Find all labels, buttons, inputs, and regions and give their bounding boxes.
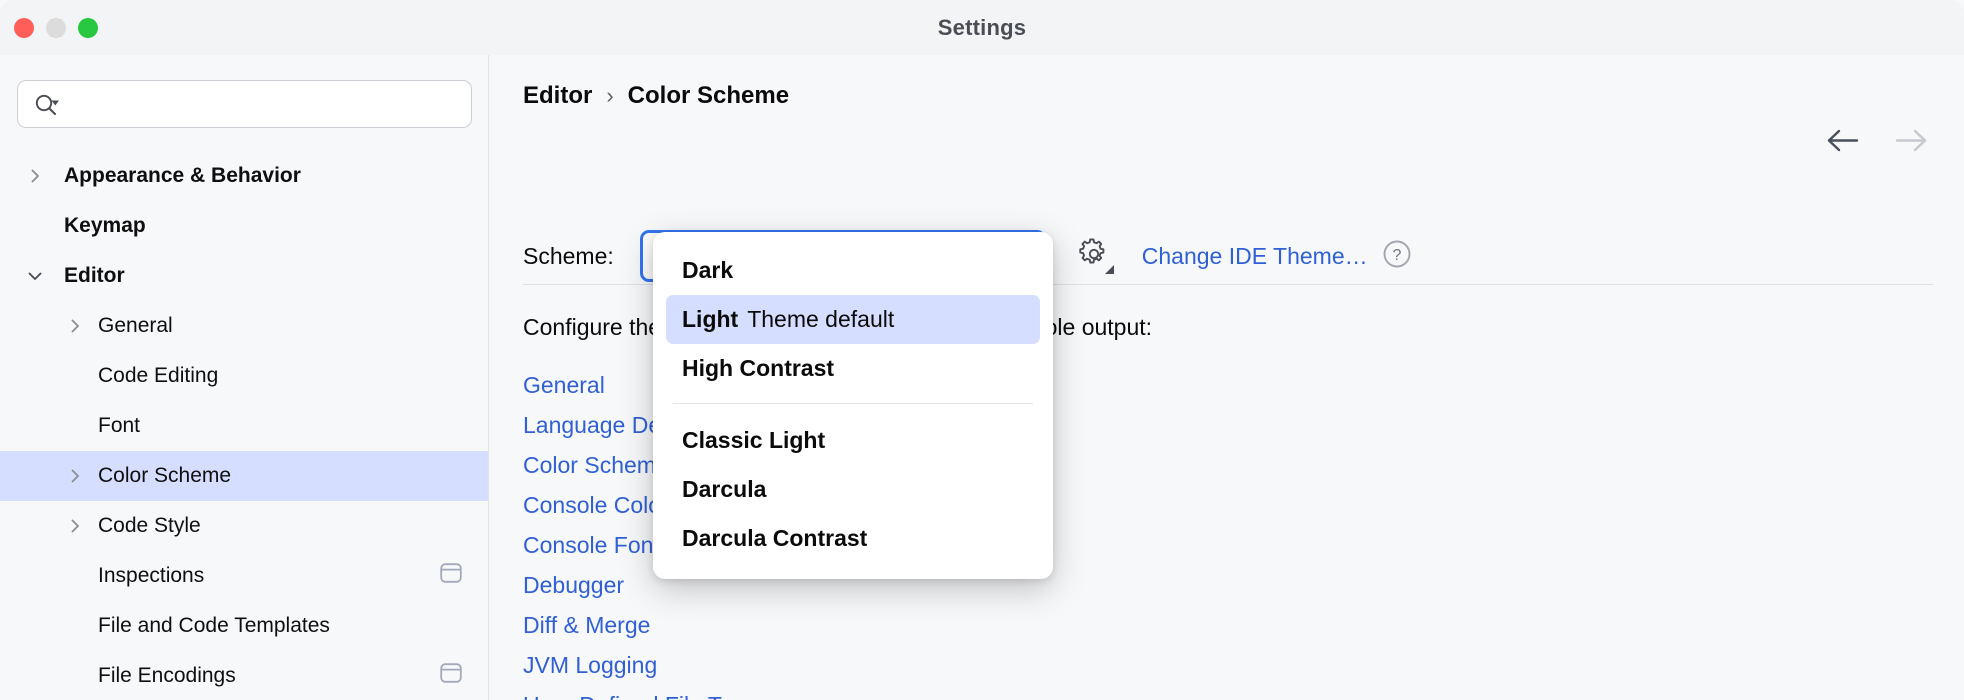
sidebar-item-label: Font bbox=[98, 414, 141, 437]
color-scheme-link[interactable]: JVM Logging bbox=[523, 645, 769, 685]
settings-window: Settings Appearance & Behavior Keymap Edit… bbox=[0, 0, 1964, 700]
scheme-option-name: High Contrast bbox=[682, 355, 835, 381]
chevron-right-icon[interactable] bbox=[27, 168, 43, 184]
search-box[interactable] bbox=[17, 80, 472, 128]
sidebar-item-label: General bbox=[98, 314, 173, 337]
sidebar-item-label: Code Editing bbox=[98, 364, 219, 387]
scheme-option-name: Darcula bbox=[682, 476, 767, 502]
sidebar-item-label: Editor bbox=[64, 264, 125, 287]
forward-arrow-icon[interactable] bbox=[1894, 128, 1928, 159]
sidebar-item-label: Keymap bbox=[64, 214, 146, 237]
settings-sidebar: Appearance & Behavior Keymap Editor General… bbox=[0, 55, 489, 700]
breadcrumb-separator-icon: › bbox=[606, 83, 614, 108]
sidebar-item-code-style[interactable]: Code Style bbox=[0, 501, 488, 551]
sidebar-item-label: Appearance & Behavior bbox=[64, 164, 301, 187]
search-field-wrapper bbox=[17, 80, 472, 128]
scheme-option-suffix: Theme default bbox=[747, 306, 895, 332]
gear-dropdown-caret-icon bbox=[1104, 265, 1114, 274]
history-nav-buttons bbox=[1826, 128, 1928, 159]
scheme-settings-button[interactable] bbox=[1074, 236, 1114, 276]
sidebar-item-editor[interactable]: Editor bbox=[0, 251, 488, 301]
scheme-option-name: Classic Light bbox=[682, 427, 826, 453]
window-title: Settings bbox=[937, 14, 1027, 40]
scheme-option-name: Dark bbox=[682, 257, 734, 283]
breadcrumb-current: Color Scheme bbox=[627, 82, 790, 109]
sidebar-item-font[interactable]: Font bbox=[0, 401, 488, 451]
scheme-option-name: Darcula Contrast bbox=[682, 525, 868, 551]
scheme-option-darcula[interactable]: Darcula bbox=[666, 465, 1040, 514]
sidebar-item-label: File and Code Templates bbox=[98, 614, 330, 637]
svg-text:?: ? bbox=[1392, 247, 1401, 264]
color-scheme-link[interactable]: Diff & Merge bbox=[523, 605, 769, 645]
breadcrumb-parent[interactable]: Editor bbox=[523, 82, 592, 110]
scheme-dropdown-popup: Dark Light Theme default High Contrast Class… bbox=[653, 232, 1053, 579]
breadcrumb: Editor › Color Scheme bbox=[523, 82, 789, 110]
popup-separator bbox=[673, 403, 1033, 404]
sidebar-item-general[interactable]: General bbox=[0, 301, 488, 351]
scheme-option-light[interactable]: Light Theme default bbox=[666, 295, 1040, 344]
color-scheme-link[interactable]: User-Defined File Types bbox=[523, 685, 769, 700]
sidebar-item-inspections[interactable]: Inspections bbox=[0, 551, 488, 601]
project-scope-badge-icon bbox=[440, 563, 462, 589]
search-icon bbox=[34, 93, 60, 117]
scheme-label: Scheme: bbox=[523, 242, 614, 269]
sidebar-item-file-encodings[interactable]: File Encodings bbox=[0, 651, 488, 700]
sidebar-item-color-scheme[interactable]: Color Scheme bbox=[0, 451, 488, 501]
sidebar-item-file-and-code-templates[interactable]: File and Code Templates bbox=[0, 601, 488, 651]
title-bar: Settings bbox=[0, 0, 1964, 55]
chevron-down-icon[interactable] bbox=[27, 268, 43, 284]
sidebar-item-code-editing[interactable]: Code Editing bbox=[0, 351, 488, 401]
search-input[interactable] bbox=[70, 81, 465, 127]
sidebar-item-appearance-behavior[interactable]: Appearance & Behavior bbox=[0, 151, 488, 201]
chevron-right-icon[interactable] bbox=[67, 318, 83, 334]
sidebar-item-label: Color Scheme bbox=[98, 464, 232, 487]
sidebar-item-label: File Encodings bbox=[98, 664, 236, 687]
sidebar-item-label: Inspections bbox=[98, 564, 205, 587]
scheme-option-name: Light bbox=[682, 306, 739, 332]
change-ide-theme-link[interactable]: Change IDE Theme… bbox=[1142, 243, 1368, 270]
scheme-option-classic-light[interactable]: Classic Light bbox=[666, 416, 1040, 465]
chevron-right-icon[interactable] bbox=[67, 468, 83, 484]
chevron-right-icon[interactable] bbox=[67, 518, 83, 534]
sidebar-item-label: Code Style bbox=[98, 514, 201, 537]
scheme-option-dark[interactable]: Dark bbox=[666, 246, 1040, 295]
settings-nav-tree: Appearance & Behavior Keymap Editor General… bbox=[0, 151, 488, 700]
scheme-option-darcula-contrast[interactable]: Darcula Contrast bbox=[666, 514, 1040, 563]
project-scope-badge-icon bbox=[440, 663, 462, 689]
sidebar-item-keymap[interactable]: Keymap bbox=[0, 201, 488, 251]
help-icon[interactable]: ? bbox=[1382, 239, 1412, 274]
back-arrow-icon[interactable] bbox=[1826, 128, 1860, 159]
scheme-option-high-contrast[interactable]: High Contrast bbox=[666, 344, 1040, 393]
